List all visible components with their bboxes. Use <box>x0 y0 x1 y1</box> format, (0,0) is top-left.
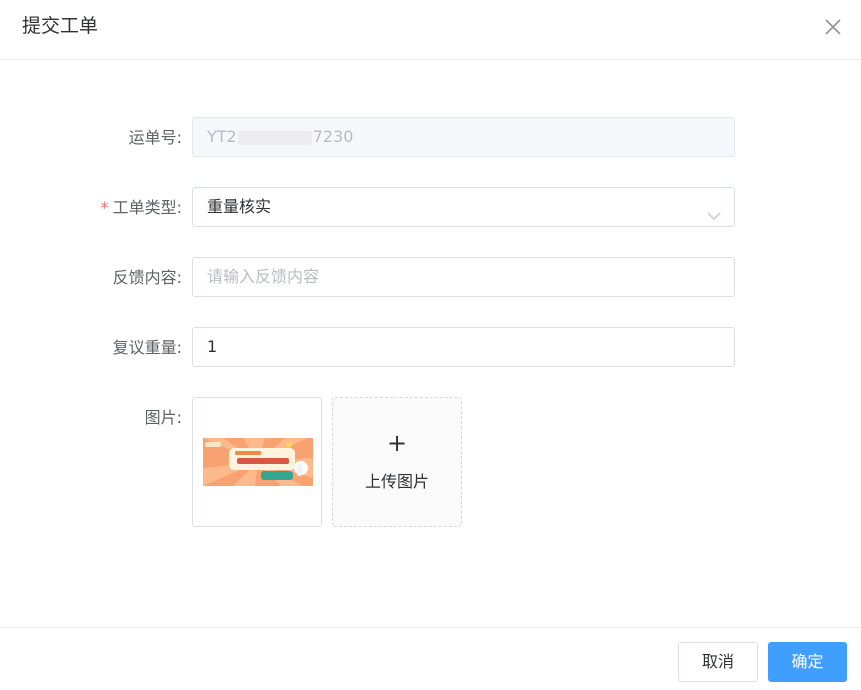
waybill-label: 运单号: <box>128 128 182 147</box>
ticket-type-value: 重量核实 <box>207 197 272 216</box>
waybill-field: YT2 7230 <box>192 117 735 157</box>
chevron-down-icon <box>706 200 722 220</box>
reweight-label: 复议重量: <box>112 338 182 357</box>
reweight-input[interactable]: 1 <box>192 327 735 367</box>
dialog-title: 提交工单 <box>22 15 99 37</box>
redaction-mask <box>237 130 312 145</box>
feedback-label: 反馈内容: <box>112 268 182 287</box>
dialog-footer: 取消 确定 <box>0 627 861 690</box>
ticket-type-label-row: * 工单类型: <box>0 198 182 218</box>
images-label: 图片: <box>144 408 182 427</box>
waybill-value-prefix: YT2 <box>207 127 237 146</box>
close-icon[interactable] <box>822 16 844 38</box>
ticket-type-label: 工单类型: <box>112 198 182 217</box>
ticket-type-select[interactable]: 重量核实 <box>192 187 735 227</box>
cancel-button[interactable]: 取消 <box>678 642 758 682</box>
required-mark: * <box>100 198 109 217</box>
submit-ticket-dialog: 提交工单 运单号: YT2 7230 * 工单类型: 重量核实 反馈内容: 请输入反… <box>0 0 861 690</box>
waybill-value-suffix: 7230 <box>312 127 354 146</box>
feedback-input[interactable]: 请输入反馈内容 <box>192 257 735 297</box>
banner-image <box>203 438 313 486</box>
feedback-placeholder: 请输入反馈内容 <box>207 267 320 286</box>
reweight-value: 1 <box>207 337 218 356</box>
upload-image-button[interactable]: + 上传图片 <box>332 397 462 527</box>
upload-image-label: 上传图片 <box>364 472 429 491</box>
plus-icon: + <box>386 429 408 457</box>
image-thumbnail[interactable] <box>192 397 322 527</box>
dialog-header: 提交工单 <box>0 0 861 60</box>
confirm-button[interactable]: 确定 <box>768 642 847 682</box>
